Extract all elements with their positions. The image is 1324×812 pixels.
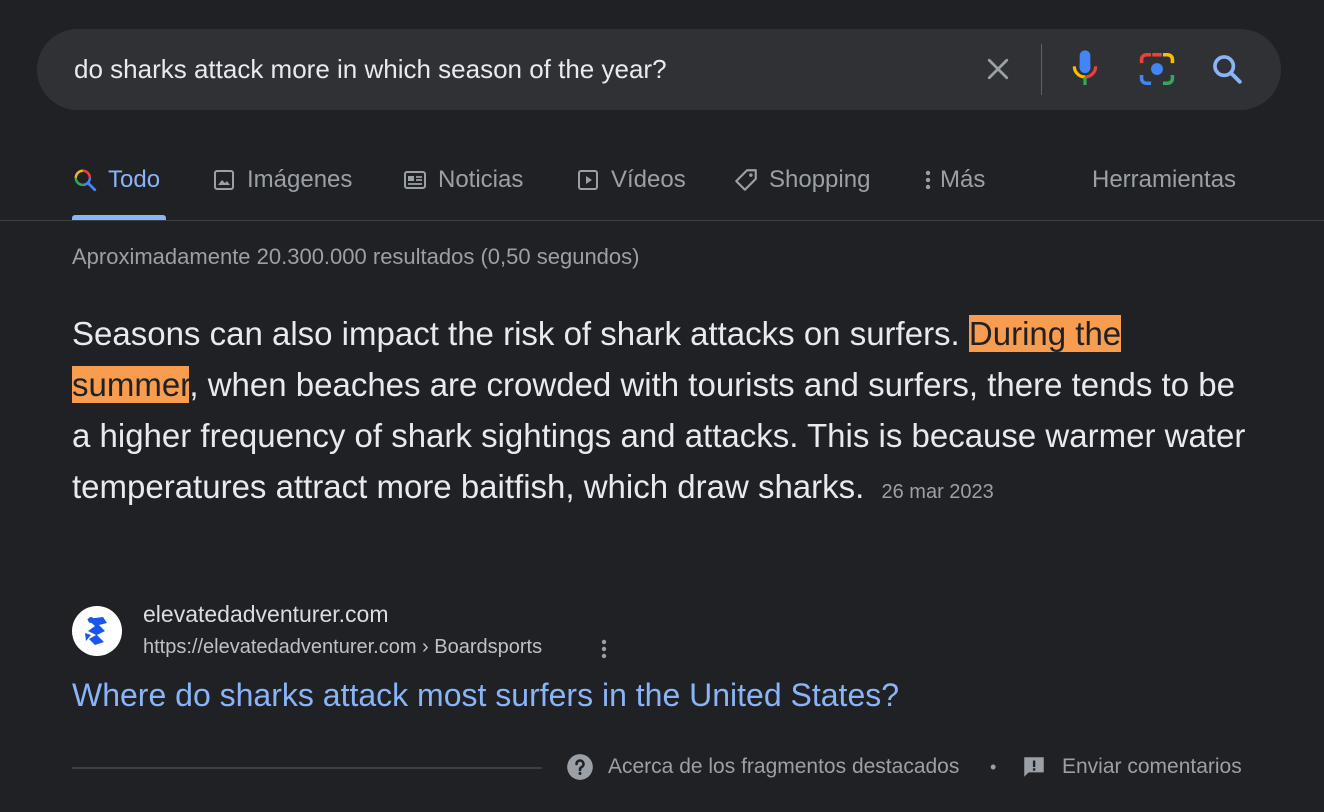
tab-label: Imágenes: [247, 166, 353, 193]
site-url[interactable]: https://elevatedadventurer.com › Boardsp…: [143, 636, 542, 659]
result-stats: Aproximadamente 20.300.000 resultados (0…: [72, 244, 640, 269]
send-feedback-link[interactable]: Enviar comentarios: [1020, 752, 1242, 782]
help-icon: [566, 753, 594, 781]
snippet-date: 26 mar 2023: [881, 481, 994, 503]
feedback-icon: [1020, 753, 1048, 781]
active-tab-indicator: [72, 215, 166, 220]
tag-icon: [733, 167, 759, 193]
tab-label: Vídeos: [611, 166, 686, 193]
surfer-logo-icon: [85, 617, 107, 645]
microphone-icon[interactable]: [1065, 49, 1105, 89]
snippet-text-before: Seasons can also impact the risk of shar…: [72, 315, 969, 352]
tab-label: Noticias: [438, 166, 524, 193]
about-label: Acerca de los fragmentos destacados: [608, 755, 960, 778]
search-icon: [72, 167, 98, 193]
more-options-icon[interactable]: [592, 636, 616, 662]
clear-icon[interactable]: [978, 49, 1018, 89]
tab-noticias[interactable]: Noticias: [402, 164, 523, 196]
featured-snippet: Seasons can also impact the risk of shar…: [72, 308, 1252, 518]
video-icon: [575, 167, 601, 193]
footer-divider: [72, 767, 542, 769]
tab-herramientas[interactable]: Herramientas: [1092, 164, 1236, 196]
news-icon: [402, 167, 428, 193]
about-featured-snippets-link[interactable]: Acerca de los fragmentos destacados: [566, 752, 959, 782]
footer-separator: •: [990, 757, 997, 777]
camera-lens-icon[interactable]: [1137, 49, 1177, 89]
tab-mas[interactable]: Más: [918, 164, 985, 196]
image-icon: [211, 167, 237, 193]
search-input[interactable]: [74, 29, 974, 110]
tab-videos[interactable]: Vídeos: [575, 164, 686, 196]
search-tabs: Todo Imágenes Noticias Vídeos Shopping M…: [0, 150, 1324, 221]
search-bar-divider: [1041, 44, 1042, 95]
tab-label: Shopping: [769, 166, 871, 193]
tab-imagenes[interactable]: Imágenes: [211, 164, 352, 196]
search-results-page: Todo Imágenes Noticias Vídeos Shopping: [0, 0, 1324, 812]
tab-label: Más: [940, 166, 986, 193]
search-bar[interactable]: [37, 29, 1281, 110]
search-icon[interactable]: [1207, 49, 1247, 89]
tab-todo[interactable]: Todo: [72, 164, 160, 196]
tab-label: Todo: [108, 166, 161, 193]
more-vert-icon: [918, 167, 938, 193]
result-title-link[interactable]: Where do sharks attack most surfers in t…: [72, 677, 899, 714]
site-name[interactable]: elevatedadventurer.com: [143, 601, 389, 628]
snippet-text-after: , when beaches are crowded with tourists…: [72, 366, 1246, 505]
site-favicon[interactable]: [72, 606, 122, 656]
tab-label: Herramientas: [1092, 166, 1237, 193]
feedback-label: Enviar comentarios: [1062, 755, 1242, 778]
tab-shopping[interactable]: Shopping: [733, 164, 870, 196]
